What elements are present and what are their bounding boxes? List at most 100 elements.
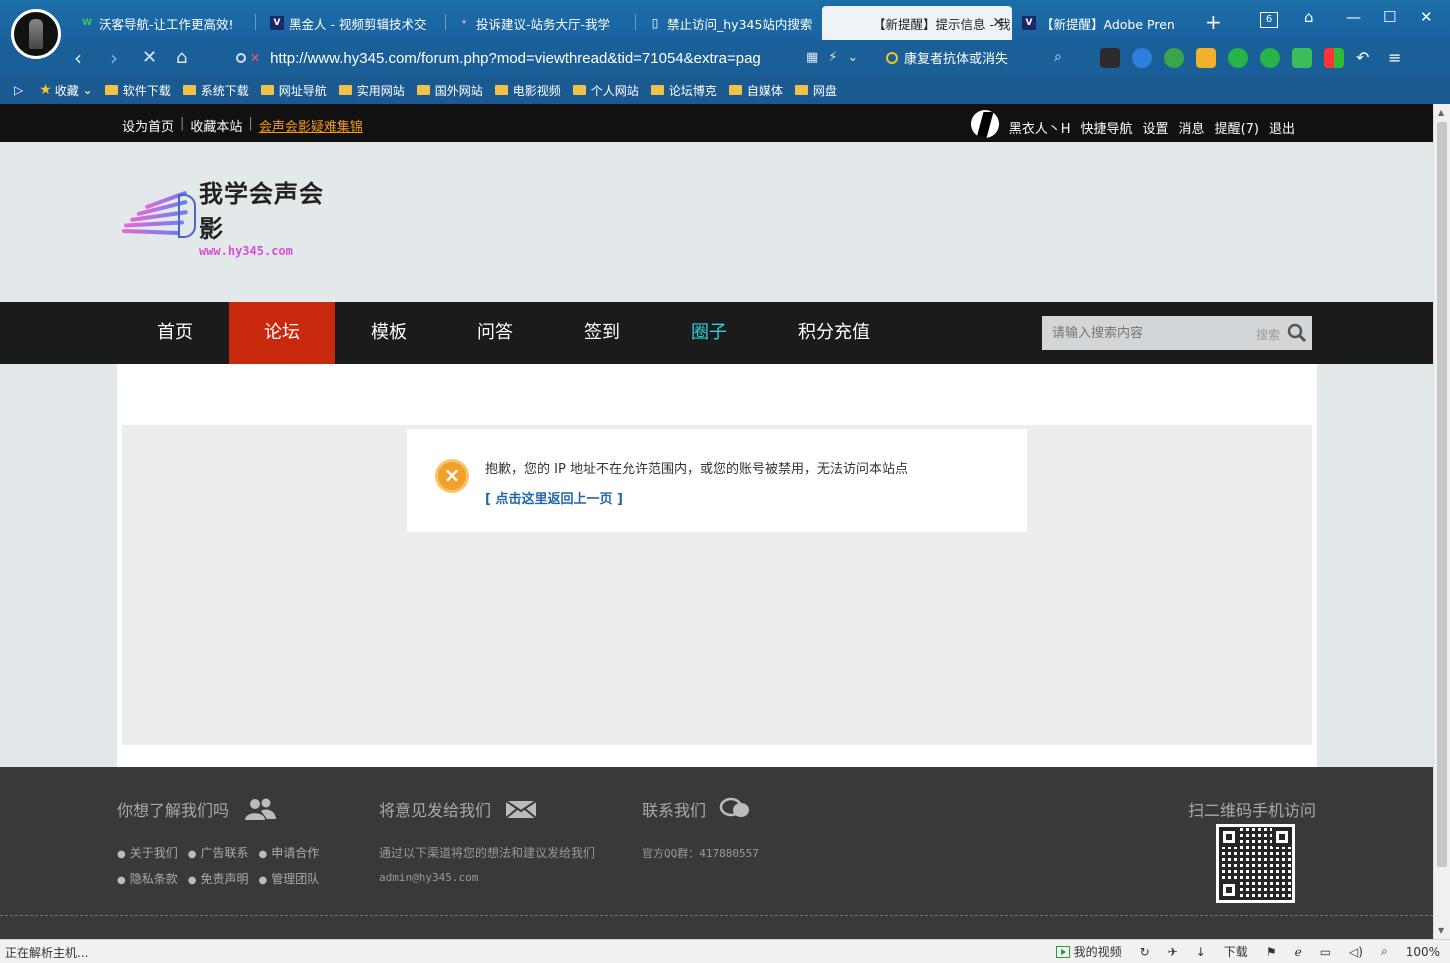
nav-templates[interactable]: 模板 <box>336 302 442 364</box>
feedback-email[interactable]: admin@hy345.com <box>379 871 478 884</box>
ie-mode-icon[interactable]: ℯ <box>1295 945 1302 959</box>
bookmark-folder[interactable]: 软件下载 <box>104 82 171 99</box>
home-icon[interactable]: ⌂ <box>176 47 187 68</box>
search-icon[interactable] <box>1287 323 1307 343</box>
game-extension-icon[interactable] <box>1100 48 1120 68</box>
bookmark-folder[interactable]: 网盘 <box>794 82 837 99</box>
bookmark-label: 论坛博克 <box>668 83 717 98</box>
speed-extension-icon[interactable] <box>1132 48 1152 68</box>
shield-extension-icon[interactable] <box>1196 48 1216 68</box>
back-icon[interactable]: ‹ <box>74 46 82 70</box>
browser-tab[interactable]: ▯ 禁止访问_hy345站内搜索 <box>640 6 820 40</box>
go-back-link[interactable]: [ 点击这里返回上一页 ] <box>485 488 623 507</box>
tab-count-badge[interactable]: 6 <box>1260 12 1278 28</box>
faq-highlight-link[interactable]: 会声会影疑难集锦 <box>259 116 363 135</box>
nav-checkin[interactable]: 签到 <box>549 302 655 364</box>
bookmark-label: 个人网站 <box>590 83 639 98</box>
tab-label: 【新提醒】提示信息 - 我 <box>873 16 1011 32</box>
main-navigation: 首页 论坛 模板 问答 签到 圈子 积分充值 搜索 <box>0 302 1433 364</box>
bookmark-label: 网址导航 <box>278 83 327 98</box>
apps-extension-icon[interactable] <box>1324 48 1344 68</box>
stop-loading-icon[interactable]: ✕ <box>142 47 157 68</box>
settings-link[interactable]: 设置 <box>1143 118 1169 137</box>
close-window-icon[interactable]: ✕ <box>1420 8 1433 26</box>
browser-tab-active[interactable]: 【新提醒】提示信息 - 我 ✕ <box>822 6 1012 40</box>
zoom-level[interactable]: 100% <box>1406 945 1440 959</box>
url-field[interactable]: ✕ http://www.hy345.com/forum.php?mod=vie… <box>228 45 868 71</box>
search-button[interactable]: 搜索 <box>1256 326 1280 343</box>
pin-icon[interactable]: ✈ <box>1168 945 1178 959</box>
flag-icon[interactable]: ⚑ <box>1266 945 1277 959</box>
bookmark-favorites[interactable]: ★ 收藏 ⌄ <box>39 82 92 99</box>
bookmark-folder[interactable]: 实用网站 <box>338 82 405 99</box>
volume-icon[interactable]: ◁) <box>1349 945 1363 959</box>
nav-points-recharge[interactable]: 积分充值 <box>781 302 887 364</box>
bookmark-folder[interactable]: 个人网站 <box>572 82 639 99</box>
undo-icon[interactable]: ↶ <box>1356 48 1376 68</box>
ad-contact-link[interactable]: 广告联系 <box>188 844 248 861</box>
username-link[interactable]: 黑衣人丶H <box>1009 118 1071 137</box>
folder-icon <box>794 85 808 95</box>
footer-links-row2: 隐私条款 免责声明 管理团队 <box>117 870 320 887</box>
partnership-link[interactable]: 申请合作 <box>259 844 319 861</box>
url-tools-icons[interactable]: ▦⚡⌄ <box>806 50 868 65</box>
nav-qa[interactable]: 问答 <box>442 302 548 364</box>
site-logo[interactable]: 我学会声会影 www.hy345.com <box>121 180 347 258</box>
my-videos-button[interactable]: 我的视频 <box>1055 943 1122 960</box>
disclaimer-link[interactable]: 免责声明 <box>188 870 248 887</box>
scroll-down-icon[interactable]: ▼ <box>1438 926 1444 935</box>
browser-status-bar: 正在解析主机... 我的视频 ↻ ✈ ↓ 下载 ⚑ ℯ ▭ ◁) ⌕ 100% <box>0 939 1450 963</box>
close-tab-icon[interactable]: ✕ <box>992 15 1004 31</box>
globe-extension-icon[interactable] <box>1164 48 1184 68</box>
bookmark-folder[interactable]: 论坛博克 <box>650 82 717 99</box>
browser-tab[interactable]: W 沃客导航-让工作更高效! <box>72 6 250 40</box>
set-homepage-link[interactable]: 设为首页 <box>122 116 174 135</box>
forward-icon[interactable]: › <box>110 46 118 70</box>
search-input[interactable] <box>1042 316 1237 350</box>
window-icon[interactable]: ▭ <box>1320 945 1331 959</box>
bookmark-folder[interactable]: 电影视频 <box>494 82 561 99</box>
messages-link[interactable]: 消息 <box>1179 118 1205 137</box>
logout-link[interactable]: 退出 <box>1269 118 1295 137</box>
browser-search-suggestion[interactable]: 康复者抗体或消失 <box>886 48 1008 67</box>
chat-extension-icon[interactable] <box>1228 48 1248 68</box>
quick-nav-link[interactable]: 快捷导航 <box>1081 118 1133 137</box>
site-info-icon[interactable] <box>236 53 246 63</box>
scrollbar-thumb[interactable] <box>1437 122 1447 867</box>
maximize-icon[interactable]: ☐ <box>1383 8 1396 26</box>
bookmark-folder[interactable]: 系统下载 <box>182 82 249 99</box>
browser-profile-avatar[interactable] <box>11 9 61 59</box>
nav-home[interactable]: 首页 <box>122 302 228 364</box>
zoom-icon[interactable]: ⌕ <box>1381 944 1388 959</box>
browser-tab[interactable]: V 【新提醒】Adobe Pren <box>1014 6 1198 40</box>
star-icon: ★ <box>39 82 52 98</box>
users-icon <box>245 798 277 820</box>
privacy-link[interactable]: 隐私条款 <box>117 870 178 887</box>
bookmark-folder[interactable]: 网址导航 <box>260 82 327 99</box>
scroll-up-icon[interactable]: ▲ <box>1438 108 1444 117</box>
minimize-icon[interactable]: — <box>1346 8 1361 26</box>
team-link[interactable]: 管理团队 <box>259 870 319 887</box>
browser-tab[interactable]: ✦ 投诉建议-站务大厅-我学 <box>449 6 629 40</box>
search-icon[interactable]: ⌕ <box>1054 49 1062 65</box>
shirt-skin-icon[interactable]: ⌂ <box>1304 8 1314 26</box>
sidebar-toggle-icon[interactable]: ▷ <box>14 83 23 97</box>
scissors-extension-icon[interactable] <box>1292 48 1312 68</box>
new-tab-button[interactable]: + <box>1205 10 1222 34</box>
download-button[interactable]: 下载 <box>1224 943 1248 960</box>
nav-forum[interactable]: 论坛 <box>229 302 335 364</box>
bookmark-site-link[interactable]: 收藏本站 <box>190 116 242 135</box>
page-scrollbar[interactable]: ▲ ▼ <box>1433 104 1450 939</box>
bookmark-folder[interactable]: 国外网站 <box>416 82 483 99</box>
menu-icon[interactable]: ≡ <box>1388 48 1408 68</box>
bookmark-label: 自媒体 <box>746 83 783 98</box>
user-avatar[interactable] <box>970 110 999 138</box>
bookmark-folder[interactable]: 自媒体 <box>728 82 783 99</box>
notifications-link[interactable]: 提醒(7) <box>1215 118 1259 137</box>
download-arrow-icon[interactable]: ↓ <box>1196 945 1206 959</box>
browser-tab[interactable]: V 黑金人 - 视频剪辑技术交 <box>262 6 440 40</box>
nav-circle[interactable]: 圈子 <box>656 302 762 364</box>
about-us-link[interactable]: 关于我们 <box>117 844 178 861</box>
refresh-speed-icon[interactable]: ↻ <box>1140 945 1150 959</box>
translate-extension-icon[interactable] <box>1260 48 1280 68</box>
